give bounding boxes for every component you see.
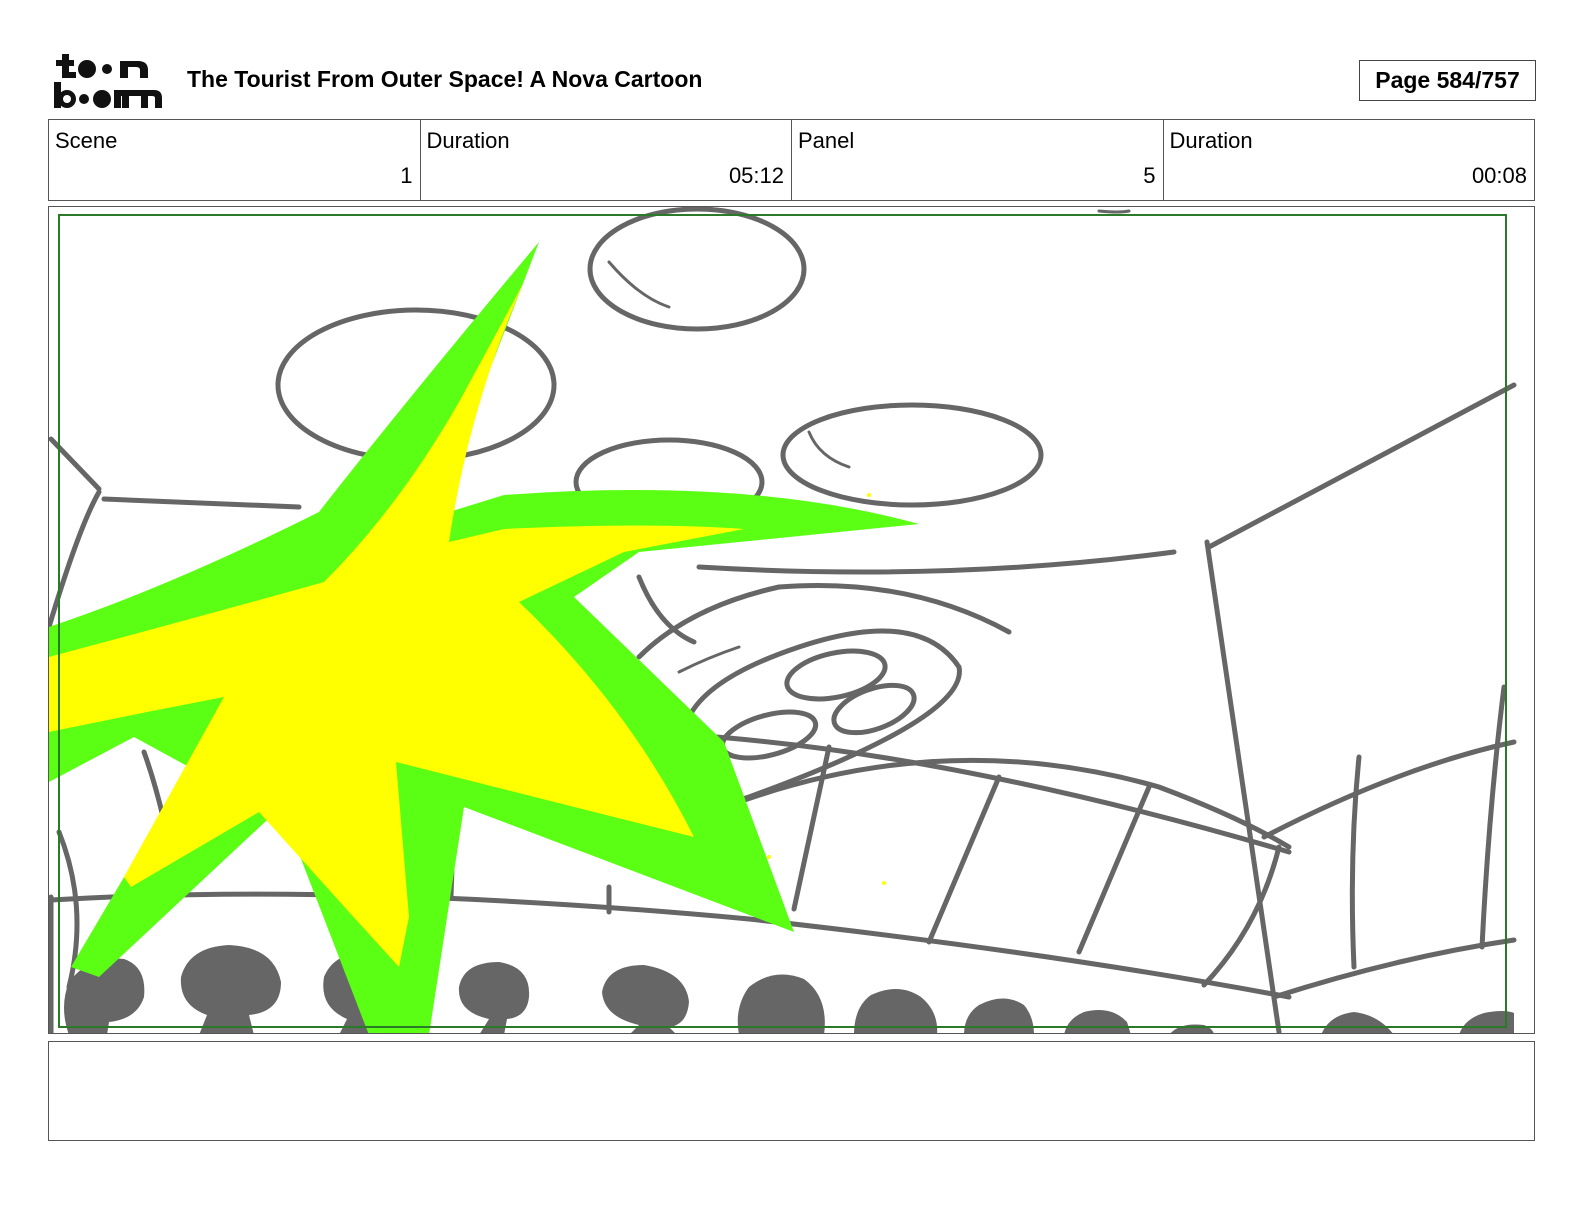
panel-duration-cell: Duration 00:08 [1164, 120, 1535, 200]
panel-value: 5 [1143, 163, 1156, 188]
storyboard-sketch-drawing [49, 207, 1517, 1033]
document-title: The Tourist From Outer Space! A Nova Car… [187, 66, 703, 92]
scene-label: Scene [55, 128, 118, 153]
scene-duration-cell: Duration 05:12 [421, 120, 792, 200]
panel-duration-label: Duration [1169, 128, 1253, 153]
scene-info-table: Scene 1 Duration 05:12 Panel 5 Duration … [48, 119, 1535, 201]
page-number: Page 584/757 [1359, 60, 1536, 101]
scene-value: 1 [400, 163, 413, 188]
storyboard-panel [48, 206, 1535, 1034]
scene-duration-label: Duration [426, 128, 510, 153]
panel-cell: Panel 5 [792, 120, 1164, 200]
panel-notes-box [48, 1041, 1535, 1141]
panel-duration-value: 00:08 [1471, 163, 1527, 188]
scene-cell: Scene 1 [49, 120, 421, 200]
panel-label: Panel [798, 128, 855, 153]
toon-boom-logo [52, 52, 164, 110]
scene-duration-value: 05:12 [728, 163, 784, 188]
